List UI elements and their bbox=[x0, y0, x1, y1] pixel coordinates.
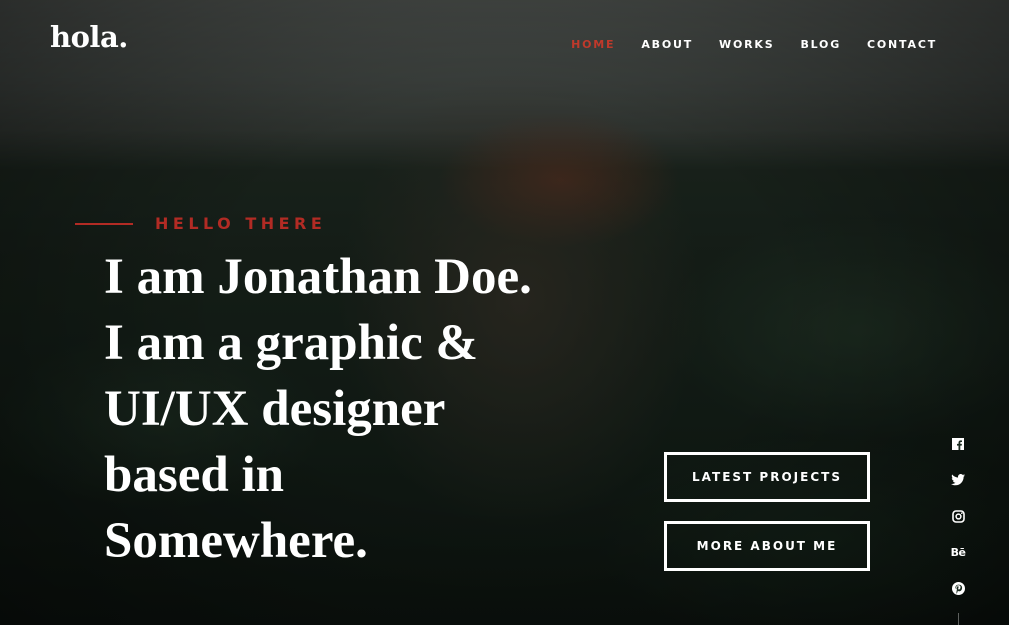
latest-projects-button[interactable]: LATEST PROJECTS bbox=[664, 452, 870, 502]
more-about-me-button[interactable]: MORE ABOUT ME bbox=[664, 521, 870, 571]
facebook-icon[interactable] bbox=[950, 436, 966, 452]
main-nav: HOME ABOUT WORKS BLOG CONTACT bbox=[571, 38, 937, 51]
behance-icon-text: Bē bbox=[950, 545, 966, 559]
hero-headline: I am Jonathan Doe. I am a graphic & UI/U… bbox=[104, 244, 644, 574]
hero-section: hola. HOME ABOUT WORKS BLOG CONTACT HELL… bbox=[0, 0, 1009, 625]
headline-line-4: based in bbox=[104, 447, 284, 503]
pretitle-text: HELLO THERE bbox=[155, 214, 327, 233]
social-links: Bē bbox=[948, 436, 968, 625]
headline-line-1: I am Jonathan Doe. bbox=[104, 249, 532, 305]
instagram-icon[interactable] bbox=[950, 508, 966, 524]
hero-pretitle: HELLO THERE bbox=[75, 214, 326, 233]
pinterest-icon[interactable] bbox=[950, 580, 966, 596]
behance-icon[interactable]: Bē bbox=[950, 544, 966, 560]
headline-line-5: Somewhere. bbox=[104, 513, 368, 569]
nav-item-contact[interactable]: CONTACT bbox=[867, 38, 937, 51]
site-logo[interactable]: hola. bbox=[50, 20, 128, 54]
nav-item-about[interactable]: ABOUT bbox=[641, 38, 693, 51]
nav-item-blog[interactable]: BLOG bbox=[800, 38, 841, 51]
headline-line-2: I am a graphic & bbox=[104, 315, 478, 371]
pretitle-line bbox=[75, 222, 133, 225]
social-divider-line bbox=[958, 613, 959, 625]
nav-item-works[interactable]: WORKS bbox=[719, 38, 774, 51]
nav-item-home[interactable]: HOME bbox=[571, 38, 615, 51]
twitter-icon[interactable] bbox=[950, 472, 966, 488]
headline-line-3: UI/UX designer bbox=[104, 381, 446, 437]
